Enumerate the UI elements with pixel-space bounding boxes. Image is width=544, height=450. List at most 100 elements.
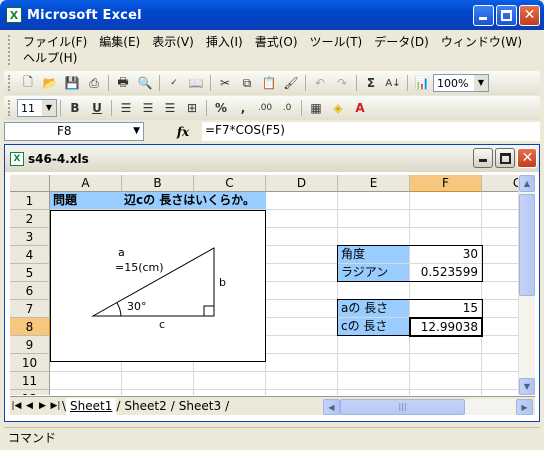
- excel-icon[interactable]: X: [6, 7, 22, 23]
- tab-sheet3[interactable]: Sheet3: [175, 398, 225, 415]
- undo-icon[interactable]: ↶: [311, 74, 329, 92]
- row-header-4[interactable]: 4: [10, 246, 50, 264]
- menu-tools[interactable]: ツール(T): [305, 34, 370, 51]
- prev-sheet-icon[interactable]: ◀: [23, 401, 36, 411]
- row-header-2[interactable]: 2: [10, 210, 50, 228]
- horizontal-scroll-thumb[interactable]: |||: [340, 399, 465, 415]
- close-icon: ✕: [523, 7, 536, 23]
- workbook-maximize-button[interactable]: [495, 148, 515, 168]
- autosum-icon[interactable]: Σ: [362, 74, 380, 92]
- underline-button[interactable]: U: [88, 99, 106, 117]
- toolbar-separator: [210, 75, 211, 91]
- row-header-6[interactable]: 6: [10, 282, 50, 300]
- toolbar-grip[interactable]: [8, 100, 11, 116]
- bold-button[interactable]: B: [66, 99, 84, 117]
- menu-help[interactable]: ヘルプ(H): [18, 50, 84, 67]
- font-size-select[interactable]: 11 ▼: [17, 99, 57, 117]
- maximize-icon: [501, 10, 512, 21]
- research-icon[interactable]: 📖: [187, 74, 205, 92]
- menu-data[interactable]: データ(D): [369, 34, 436, 51]
- column-header-c[interactable]: C: [194, 175, 266, 192]
- row-header-5[interactable]: 5: [10, 264, 50, 282]
- sort-ascending-icon[interactable]: A↓: [384, 74, 402, 92]
- open-icon[interactable]: 📂: [41, 74, 59, 92]
- font-color-icon[interactable]: A: [351, 99, 369, 117]
- toolbar-separator: [407, 75, 408, 91]
- chart-wizard-icon[interactable]: 📊: [413, 74, 431, 92]
- row-header-3[interactable]: 3: [10, 228, 50, 246]
- cut-icon[interactable]: ✂: [216, 74, 234, 92]
- menu-grip[interactable]: [8, 35, 11, 65]
- column-header-f[interactable]: F: [410, 175, 482, 192]
- zoom-value: 100%: [437, 76, 469, 90]
- row-header-12[interactable]: 12: [10, 390, 50, 395]
- tab-sheet1[interactable]: Sheet1: [66, 397, 117, 415]
- save-icon[interactable]: 💾: [63, 74, 81, 92]
- row-header-8[interactable]: 8: [10, 318, 50, 336]
- row-header-7[interactable]: 7: [10, 300, 50, 318]
- column-header-d[interactable]: D: [266, 175, 338, 192]
- menu-insert[interactable]: 挿入(I): [201, 34, 250, 51]
- spelling-icon[interactable]: ✓: [165, 74, 183, 92]
- align-center-icon[interactable]: ☰: [139, 99, 157, 117]
- permission-icon[interactable]: ⎙: [85, 74, 103, 92]
- decrease-decimal-icon[interactable]: .0: [278, 99, 296, 117]
- last-sheet-icon[interactable]: ▶|: [49, 401, 62, 411]
- increase-decimal-icon[interactable]: .00: [256, 99, 274, 117]
- tab-sheet2[interactable]: Sheet2: [120, 398, 170, 415]
- align-left-icon[interactable]: ☰: [117, 99, 135, 117]
- copy-icon[interactable]: ⧉: [238, 74, 256, 92]
- workbook-close-button[interactable]: ✕: [517, 148, 537, 168]
- scroll-up-icon[interactable]: ▲: [519, 175, 535, 192]
- zoom-select[interactable]: 100% ▼: [433, 74, 489, 92]
- menu-view[interactable]: 表示(V): [147, 34, 201, 51]
- triangle-diagram[interactable]: a =15(cm) b c 30°: [50, 210, 266, 362]
- vertical-scrollbar[interactable]: ▲ ▼: [518, 175, 535, 395]
- menu-format[interactable]: 書式(O): [250, 34, 305, 51]
- formula-input[interactable]: =F7*COS(F5): [202, 122, 540, 141]
- redo-icon[interactable]: ↷: [333, 74, 351, 92]
- scroll-right-icon[interactable]: ▶: [516, 399, 533, 415]
- vertical-scroll-thumb[interactable]: [519, 194, 535, 296]
- print-preview-icon[interactable]: 🔍: [136, 74, 154, 92]
- percent-style-button[interactable]: %: [212, 99, 230, 117]
- format-painter-icon[interactable]: 🖌: [282, 74, 300, 92]
- next-sheet-icon[interactable]: ▶: [36, 401, 49, 411]
- maximize-button[interactable]: [496, 5, 517, 26]
- column-header-b[interactable]: B: [122, 175, 194, 192]
- scroll-down-icon[interactable]: ▼: [519, 378, 535, 395]
- row-header-10[interactable]: 10: [10, 354, 50, 372]
- horizontal-scrollbar[interactable]: ◀ ||| ▶: [323, 399, 533, 415]
- fill-color-icon[interactable]: ◈: [329, 99, 347, 117]
- row-header-11[interactable]: 11: [10, 372, 50, 390]
- column-header-e[interactable]: E: [338, 175, 410, 192]
- row-header-9[interactable]: 9: [10, 336, 50, 354]
- menu-file[interactable]: ファイル(F): [18, 34, 94, 51]
- workbook-icon[interactable]: X: [10, 151, 24, 166]
- scroll-left-icon[interactable]: ◀: [323, 399, 340, 415]
- column-header-a[interactable]: A: [50, 175, 122, 192]
- align-right-icon[interactable]: ☰: [161, 99, 179, 117]
- toolbar-grip[interactable]: [8, 75, 11, 91]
- print-icon[interactable]: 🖶: [114, 74, 132, 92]
- new-icon[interactable]: 🗋: [19, 74, 37, 92]
- close-button[interactable]: ✕: [519, 5, 540, 26]
- worksheet-grid[interactable]: A B C D E F G 1 2 3 4 5 6 7 8 9 10 11 12: [10, 175, 518, 395]
- borders-icon[interactable]: ▦: [307, 99, 325, 117]
- toolbar-separator: [159, 75, 160, 91]
- minimize-button[interactable]: [473, 5, 494, 26]
- name-box[interactable]: F8 ▼: [4, 122, 144, 141]
- workbook-minimize-button[interactable]: [473, 148, 493, 168]
- label-c: c: [159, 318, 166, 331]
- cell-b1[interactable]: 辺cの 長さはいくらか。: [124, 192, 255, 209]
- first-sheet-icon[interactable]: |◀: [10, 401, 23, 411]
- column-header-g[interactable]: G: [482, 175, 518, 192]
- paste-icon[interactable]: 📋: [260, 74, 278, 92]
- select-all-corner[interactable]: [10, 175, 50, 192]
- insert-function-icon[interactable]: fx: [144, 125, 202, 139]
- comma-style-button[interactable]: ,: [234, 99, 252, 117]
- row-header-1[interactable]: 1: [10, 192, 50, 210]
- menu-window[interactable]: ウィンドウ(W): [436, 34, 529, 51]
- menu-edit[interactable]: 編集(E): [94, 34, 147, 51]
- merge-center-icon[interactable]: ⊞: [183, 99, 201, 117]
